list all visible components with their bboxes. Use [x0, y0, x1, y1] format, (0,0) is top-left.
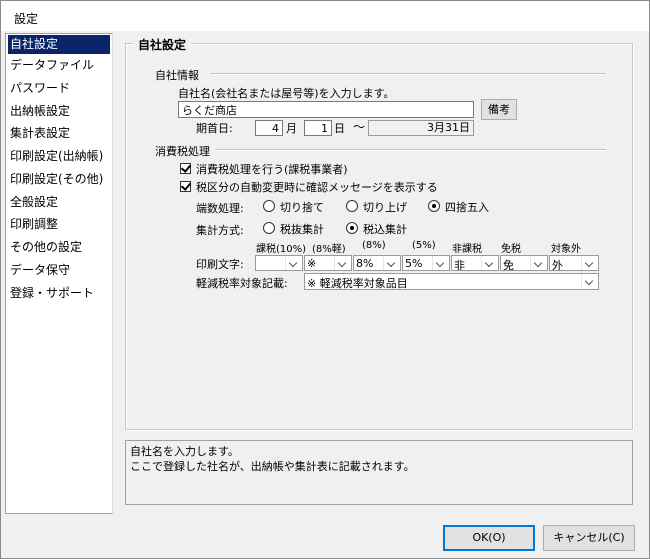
chevron-down-icon[interactable] [383, 256, 400, 270]
aggregation-exclusive-label: 税抜集計 [280, 223, 324, 236]
cancel-button[interactable]: キャンセル(C) [543, 525, 635, 551]
sidebar-item-summary[interactable]: 集計表設定 [8, 124, 110, 143]
tax-section-label: 消費税処理 [155, 143, 215, 159]
sidebar-item-registration-support[interactable]: 登録・サポート [8, 284, 110, 303]
sidebar-item-print-other[interactable]: 印刷設定(その他) [8, 170, 110, 189]
help-description-box: 自社名を入力します。 ここで登録した社名が、出納帳や集計表に記載されます。 [125, 440, 633, 505]
print-char-reduced-8-select[interactable]: ※ [304, 255, 352, 271]
month-unit-label: 月 [286, 122, 297, 135]
sidebar-item-company[interactable]: 自社設定 [8, 35, 110, 54]
print-char-taxable-10-select[interactable] [255, 255, 303, 271]
rounding-label: 端数処理: [196, 202, 244, 215]
radio-selected-dot [350, 226, 354, 230]
section-divider [216, 149, 606, 151]
print-char-exempt-select[interactable]: 免 [500, 255, 548, 272]
print-header-taxable-10: 課税(10%) [256, 244, 307, 255]
chevron-down-icon[interactable] [581, 256, 598, 270]
rounding-ceil-radio[interactable] [346, 200, 358, 212]
print-header-nontaxable: 非課税 [452, 244, 482, 255]
select-value: ※ [307, 257, 317, 270]
day-unit-label: 日 [334, 122, 345, 135]
print-char-5-select[interactable]: 5% [402, 255, 450, 271]
radio-selected-dot [432, 204, 436, 208]
help-line-1: 自社名を入力します。 [130, 445, 239, 458]
sidebar-item-cashbook[interactable]: 出納帳設定 [8, 102, 110, 121]
sidebar-item-data-maintenance[interactable]: データ保守 [8, 261, 110, 280]
print-char-8-select[interactable]: 8% [353, 255, 401, 271]
select-value: 5% [405, 257, 423, 270]
settings-category-list[interactable]: 自社設定 データファイル パスワード 出納帳設定 集計表設定 印刷設定(出納帳)… [5, 33, 113, 514]
print-header-exempt: 免税 [501, 244, 521, 255]
checkmark-icon [180, 162, 192, 173]
rounding-floor-radio[interactable] [263, 200, 275, 212]
tax-processing-label: 消費税処理を行う(課税事業者) [196, 163, 348, 176]
company-info-section-label: 自社情報 [155, 67, 204, 83]
period-end-date: 3月31日 [368, 120, 474, 136]
aggregation-exclusive-radio[interactable] [263, 222, 275, 234]
sidebar-item-print-adjust[interactable]: 印刷調整 [8, 215, 110, 234]
auto-confirm-checkbox[interactable] [180, 180, 192, 192]
chevron-down-icon[interactable] [432, 256, 449, 270]
reduced-rate-text-select[interactable]: ※ 軽減税率対象品目 [304, 273, 599, 290]
range-tilde: ～ [353, 120, 366, 134]
print-header-5: (5%) [412, 240, 436, 251]
select-value: 非 [454, 259, 465, 272]
ok-button[interactable]: OK(O) [443, 525, 535, 551]
rounding-ceil-label: 切り上げ [363, 201, 407, 214]
rounding-floor-label: 切り捨て [280, 201, 324, 214]
print-header-reduced-8: (8%軽) [312, 244, 346, 255]
print-chars-label: 印刷文字: [196, 258, 244, 271]
note-button[interactable]: 備考 [481, 99, 517, 120]
select-value: 8% [356, 257, 374, 270]
aggregation-inclusive-label: 税込集計 [363, 223, 407, 236]
help-line-2: ここで登録した社名が、出納帳や集計表に記載されます。 [130, 460, 415, 473]
title-bar: 設定 [1, 1, 649, 31]
sidebar-item-password[interactable]: パスワード [8, 79, 110, 98]
start-day-input[interactable] [304, 120, 332, 136]
chevron-down-icon[interactable] [285, 256, 302, 270]
print-header-8: (8%) [362, 240, 386, 251]
chevron-down-icon[interactable] [530, 256, 547, 270]
aggregation-label: 集計方式: [196, 224, 244, 237]
print-header-out-of-scope: 対象外 [551, 244, 581, 255]
sidebar-item-general[interactable]: 全般設定 [8, 193, 110, 212]
sidebar-item-print-cashbook[interactable]: 印刷設定(出納帳) [8, 147, 110, 166]
auto-confirm-label: 税区分の自動変更時に確認メッセージを表示する [196, 181, 438, 194]
company-name-input[interactable] [178, 101, 474, 118]
checkmark-icon [180, 180, 192, 191]
group-title: 自社設定 [133, 36, 192, 53]
period-start-label: 期首日: [196, 122, 233, 135]
aggregation-inclusive-radio[interactable] [346, 222, 358, 234]
print-char-out-of-scope-select[interactable]: 外 [549, 255, 599, 272]
chevron-down-icon[interactable] [334, 256, 351, 270]
sidebar-item-other[interactable]: その他の設定 [8, 238, 110, 257]
company-name-prompt: 自社名(会社名または屋号等)を入力します。 [178, 87, 395, 100]
tax-processing-checkbox[interactable] [180, 162, 192, 174]
select-value: 免 [503, 259, 514, 272]
start-month-input[interactable] [255, 120, 283, 136]
section-divider [210, 73, 606, 75]
print-char-nontaxable-select[interactable]: 非 [451, 255, 499, 272]
sidebar-item-data-file[interactable]: データファイル [8, 56, 110, 75]
window-title: 設定 [14, 12, 39, 26]
select-value: 外 [552, 259, 563, 272]
rounding-round-label: 四捨五入 [445, 201, 489, 214]
chevron-down-icon[interactable] [481, 256, 498, 270]
rounding-round-radio[interactable] [428, 200, 440, 212]
reduced-rate-label: 軽減税率対象記載: [196, 277, 288, 290]
chevron-down-icon[interactable] [581, 274, 598, 288]
select-value: ※ 軽減税率対象品目 [307, 277, 408, 290]
